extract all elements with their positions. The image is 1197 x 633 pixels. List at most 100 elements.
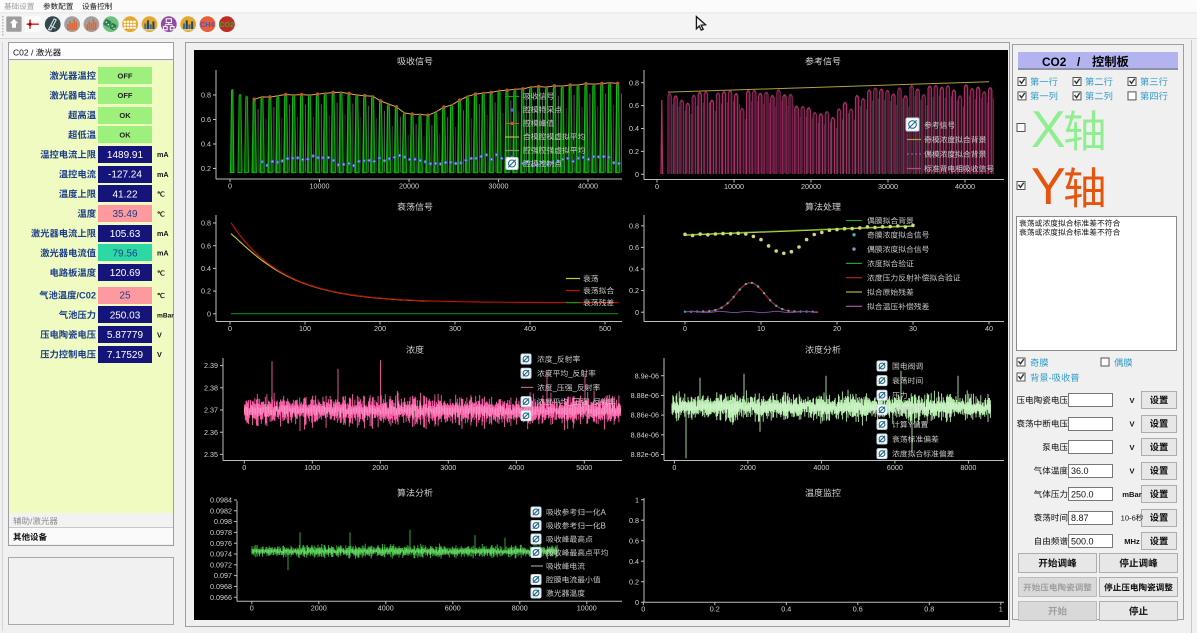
svg-text:0.6: 0.6 (629, 536, 639, 545)
svg-text:400: 400 (524, 324, 536, 333)
svg-text:_: _ (572, 383, 578, 392)
svg-text:0.2: 0.2 (629, 147, 639, 156)
svg-text:40: 40 (985, 324, 993, 333)
svg-text:0.0972: 0.0972 (210, 560, 232, 569)
svg-text:0: 0 (641, 605, 645, 614)
svg-text:0.2: 0.2 (629, 286, 639, 295)
svg-text:OK: OK (119, 131, 131, 140)
svg-text:C02 /: C02 / (13, 48, 34, 58)
svg-text:mBar: mBar (1122, 490, 1141, 499)
svg-text:/: / (30, 516, 33, 526)
svg-text:0.2: 0.2 (629, 577, 639, 586)
svg-text:OFF: OFF (118, 91, 133, 100)
svg-text:/C02: /C02 (76, 291, 96, 301)
svg-text:7.17529: 7.17529 (107, 350, 144, 361)
svg-text:6000: 6000 (887, 463, 903, 472)
svg-text:8000: 8000 (512, 604, 528, 613)
svg-text:8000: 8000 (960, 463, 976, 472)
svg-text:CH4: CH4 (200, 20, 214, 29)
svg-text:0.8: 0.8 (629, 221, 639, 230)
svg-text:1489.91: 1489.91 (107, 150, 144, 161)
svg-text:-: - (1049, 373, 1052, 383)
svg-text:0: 0 (242, 463, 246, 472)
svg-text:8.88e-06: 8.88e-06 (631, 391, 659, 400)
svg-text:0.0982: 0.0982 (210, 506, 232, 515)
svg-text:120.69: 120.69 (110, 268, 141, 279)
svg-text:2000: 2000 (311, 604, 327, 613)
svg-text:mA: mA (157, 150, 169, 159)
svg-text:0.4: 0.4 (201, 140, 211, 149)
svg-text:0: 0 (683, 324, 687, 333)
svg-text:0.0968: 0.0968 (210, 582, 232, 591)
svg-text:2.35: 2.35 (204, 450, 218, 459)
svg-text:_: _ (552, 383, 558, 392)
svg-text:105.63: 105.63 (110, 229, 141, 240)
svg-text:0.8: 0.8 (629, 516, 639, 525)
svg-text:0: 0 (228, 182, 232, 191)
svg-text:0.0974: 0.0974 (210, 550, 232, 559)
svg-text:10-6: 10-6 (1121, 514, 1136, 523)
svg-text:0: 0 (250, 604, 254, 613)
svg-text:0: 0 (635, 170, 639, 179)
svg-text:0: 0 (635, 598, 639, 607)
svg-text:CO2: CO2 (1042, 55, 1067, 69)
svg-text:30: 30 (909, 324, 917, 333)
svg-text:2.39: 2.39 (204, 361, 218, 370)
svg-text:CO2: CO2 (219, 20, 234, 29)
svg-text:0.4: 0.4 (629, 124, 639, 133)
svg-text:mA: mA (157, 229, 169, 238)
svg-text:V: V (1130, 396, 1136, 405)
svg-text:OFF: OFF (118, 71, 133, 80)
svg-text:2000: 2000 (372, 463, 388, 472)
svg-text:0: 0 (207, 309, 211, 318)
svg-text:X: X (1031, 101, 1066, 159)
svg-text:500: 500 (599, 324, 611, 333)
svg-text:0.0978: 0.0978 (210, 528, 232, 537)
svg-text:0.098: 0.098 (214, 517, 232, 526)
svg-text:8.87: 8.87 (1071, 513, 1089, 523)
svg-text:V: V (1130, 443, 1136, 452)
svg-text:2.38: 2.38 (204, 383, 218, 392)
svg-text:0.6: 0.6 (201, 241, 211, 250)
svg-text:30000: 30000 (489, 182, 509, 191)
svg-text:0.097: 0.097 (214, 571, 232, 580)
svg-text:0.8: 0.8 (201, 219, 211, 228)
svg-text:79.56: 79.56 (113, 249, 138, 260)
svg-text:10000: 10000 (577, 604, 597, 613)
svg-text:Y: Y (1031, 158, 1066, 216)
svg-text:20: 20 (833, 324, 841, 333)
svg-text:1000: 1000 (304, 463, 320, 472)
svg-text:OK: OK (119, 111, 131, 120)
svg-text:0.4: 0.4 (629, 265, 639, 274)
svg-text:6000: 6000 (445, 604, 461, 613)
svg-text:0.4: 0.4 (201, 264, 211, 273)
svg-text:8.84e-06: 8.84e-06 (631, 430, 659, 439)
svg-text:300: 300 (449, 324, 461, 333)
svg-text:41.22: 41.22 (113, 189, 138, 200)
svg-text:8.9e-06: 8.9e-06 (635, 371, 659, 380)
svg-text:mA: mA (157, 249, 169, 258)
svg-text:5.87779: 5.87779 (107, 330, 144, 341)
svg-text:0.0966: 0.0966 (210, 593, 232, 602)
svg-text:1: 1 (999, 605, 1003, 614)
svg-text:0: 0 (228, 324, 232, 333)
svg-text:2000: 2000 (740, 463, 756, 472)
svg-text:8.86e-06: 8.86e-06 (631, 411, 659, 420)
svg-text:10000: 10000 (310, 182, 330, 191)
svg-text:0.6: 0.6 (853, 605, 863, 614)
svg-text:℃: ℃ (157, 291, 165, 300)
svg-text:-127.24: -127.24 (108, 170, 142, 181)
svg-text:2.36: 2.36 (204, 428, 218, 437)
svg-text:0.4: 0.4 (781, 605, 791, 614)
svg-text:35.49: 35.49 (113, 209, 138, 220)
svg-text:8.82e-06: 8.82e-06 (631, 450, 659, 459)
svg-text:2.37: 2.37 (204, 406, 218, 415)
svg-text:3000: 3000 (440, 463, 456, 472)
svg-text:20000: 20000 (399, 182, 419, 191)
svg-text:36.0: 36.0 (1071, 466, 1089, 476)
svg-text:A: A (601, 508, 607, 517)
svg-text:4000: 4000 (508, 463, 524, 472)
svg-text:200: 200 (374, 324, 386, 333)
svg-text:_: _ (587, 398, 593, 407)
svg-text:0.2: 0.2 (710, 605, 720, 614)
